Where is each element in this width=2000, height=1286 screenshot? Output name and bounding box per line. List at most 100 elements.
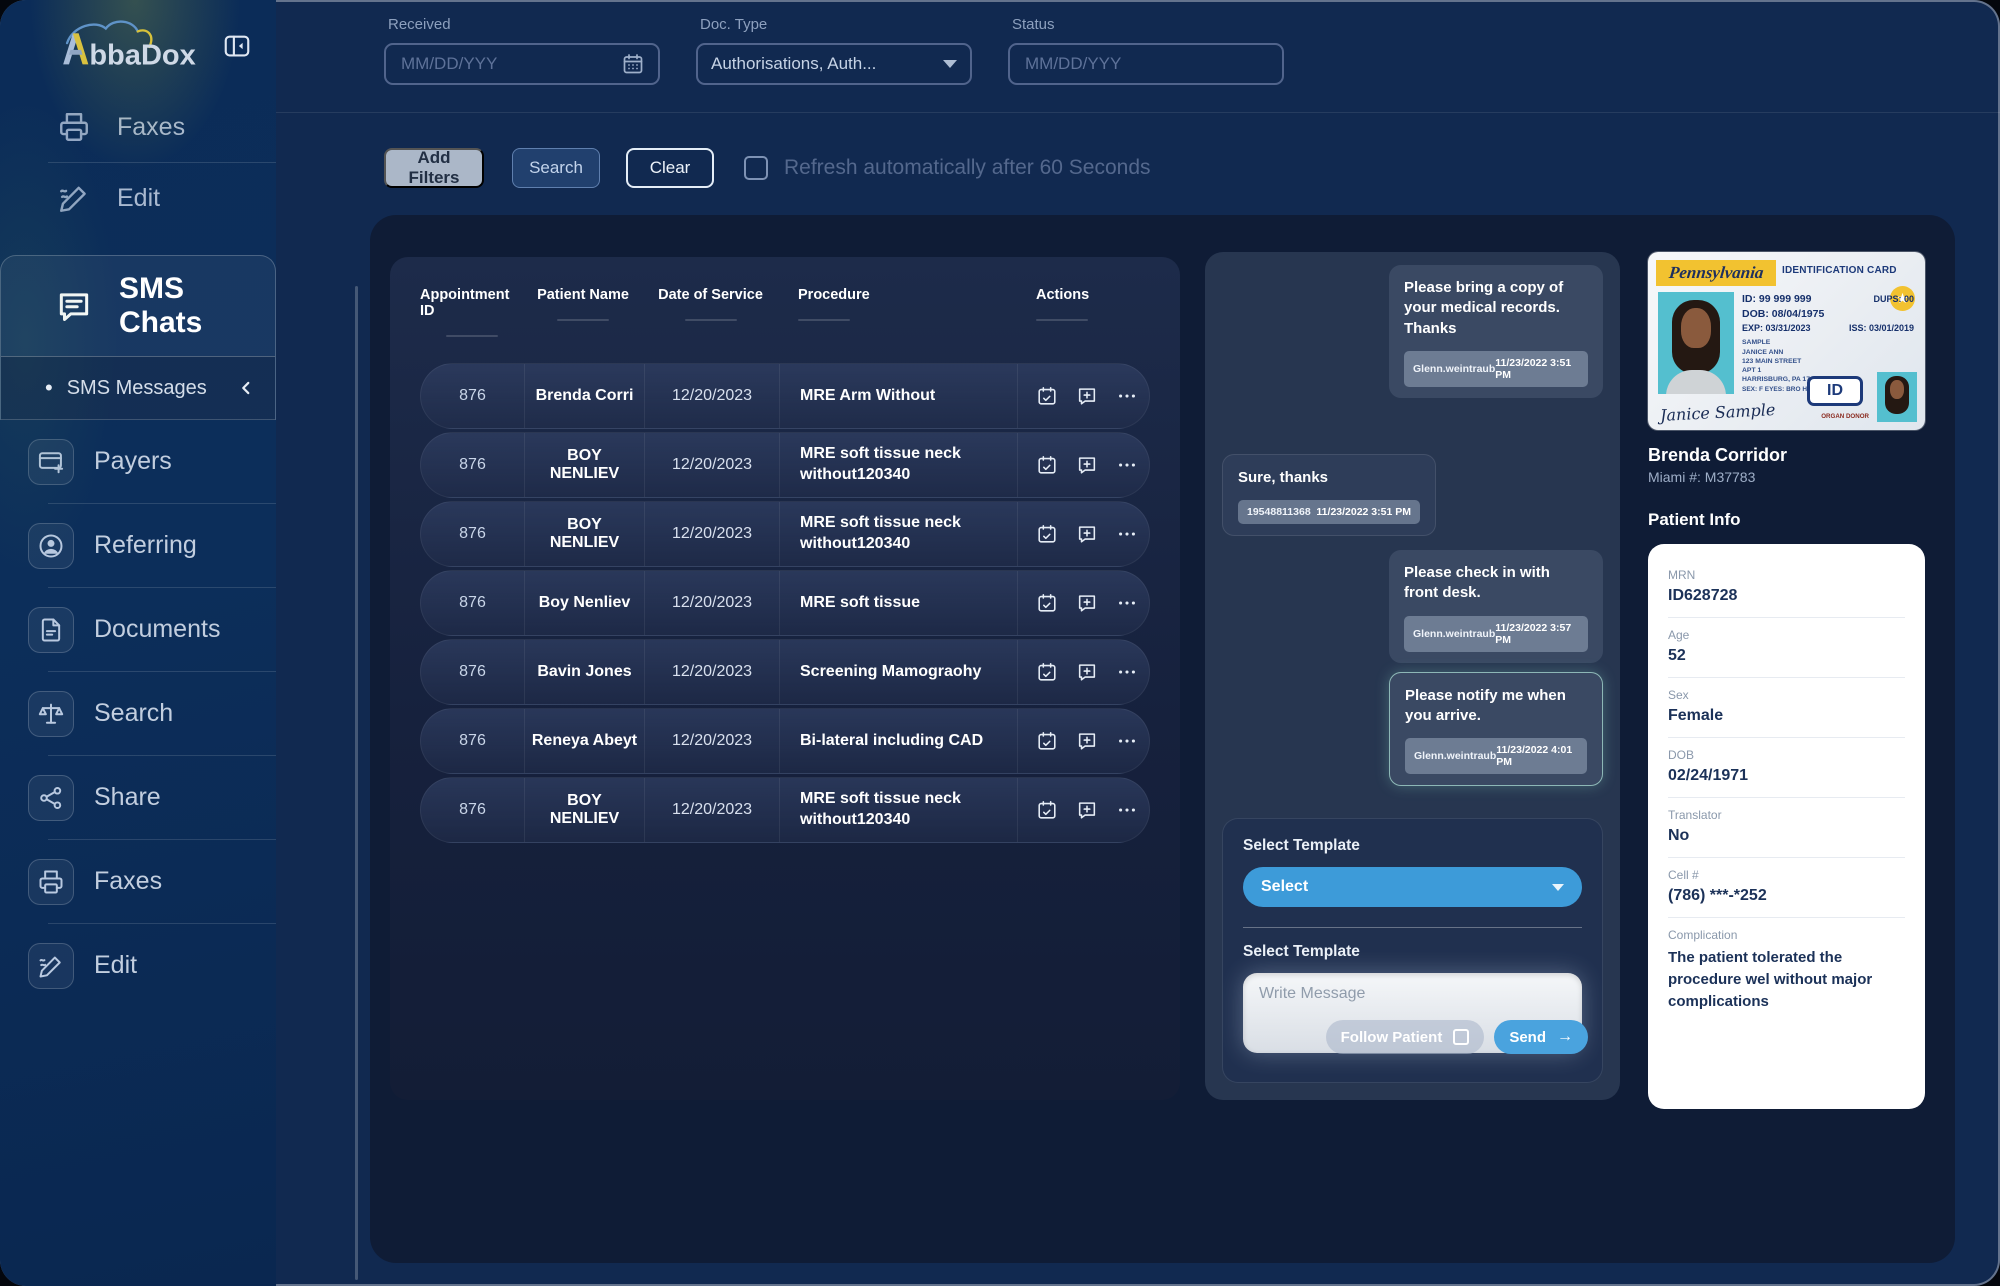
more-options-icon[interactable] bbox=[1116, 523, 1138, 545]
filter-bar: Received Doc. Type Authorisations, Auth.… bbox=[276, 0, 2000, 85]
status-date-input[interactable] bbox=[1023, 53, 1203, 75]
procedure: MRE soft tissue bbox=[779, 571, 1017, 635]
follow-patient-checkbox[interactable] bbox=[1453, 1029, 1469, 1045]
send-button[interactable]: Send → bbox=[1494, 1020, 1588, 1054]
logo-row: bbaDox bbox=[0, 0, 276, 92]
caret-down-icon bbox=[943, 60, 957, 68]
more-options-icon[interactable] bbox=[1116, 661, 1138, 683]
column-header[interactable]: Patient Name bbox=[523, 287, 643, 337]
info-field: DOB 02/24/1971 bbox=[1668, 738, 1905, 798]
message-text: Sure, thanks bbox=[1238, 468, 1420, 488]
template-select[interactable]: Select bbox=[1243, 867, 1582, 907]
table-row[interactable]: 876 Brenda Corri 12/20/2023 MRE Arm With… bbox=[420, 363, 1150, 429]
calendar-check-icon[interactable] bbox=[1036, 592, 1058, 614]
date-of-service: 12/20/2023 bbox=[644, 433, 779, 497]
column-header[interactable]: Date of Service bbox=[643, 287, 778, 337]
info-field: Complication The patient tolerated the p… bbox=[1668, 918, 1905, 1024]
sidebar-item-sms-messages[interactable]: • SMS Messages bbox=[1, 356, 275, 420]
patient-name: Bavin Jones bbox=[524, 640, 644, 704]
message-plus-icon[interactable] bbox=[1076, 799, 1098, 821]
chat-message-outgoing[interactable]: Please bring a copy of your medical reco… bbox=[1389, 265, 1603, 398]
sidebar-item-faxes-bottom[interactable]: Faxes bbox=[0, 840, 276, 923]
appointment-id: 876 bbox=[421, 709, 524, 773]
sidebar-item-label: Referring bbox=[94, 531, 197, 560]
sidebar-item-edit-top[interactable]: Edit bbox=[0, 163, 276, 233]
sidebar-item-edit-bottom[interactable]: Edit bbox=[0, 924, 276, 1007]
id-dob: DOB: 08/04/1975 bbox=[1742, 307, 1914, 322]
more-options-icon[interactable] bbox=[1116, 454, 1138, 476]
sidebar-item-label: SMS Chats bbox=[119, 272, 275, 340]
sidebar-item-documents[interactable]: Documents bbox=[0, 588, 276, 671]
sidebar-item-label: Share bbox=[94, 783, 161, 812]
calendar-icon[interactable] bbox=[621, 52, 645, 76]
patient-info-card: MRN ID628728 Age 52 Sex Female DOB 02/24… bbox=[1648, 544, 1925, 1109]
status-date-field[interactable] bbox=[1008, 43, 1284, 85]
app-window: bbaDox Faxes Edit SMS Chats bbox=[0, 0, 2000, 1286]
message-plus-icon[interactable] bbox=[1076, 523, 1098, 545]
refresh-checkbox[interactable] bbox=[744, 156, 768, 180]
message-plus-icon[interactable] bbox=[1076, 454, 1098, 476]
calendar-check-icon[interactable] bbox=[1036, 385, 1058, 407]
message-sender: 19548811368 bbox=[1247, 506, 1311, 518]
sidebar-item-faxes-top[interactable]: Faxes bbox=[0, 92, 276, 162]
table-row[interactable]: 876 Bavin Jones 12/20/2023 Screening Mam… bbox=[420, 639, 1150, 705]
table-row[interactable]: 876 BOY NENLIEV 12/20/2023 MRE soft tiss… bbox=[420, 501, 1150, 567]
sidebar-item-search[interactable]: Search bbox=[0, 672, 276, 755]
row-actions bbox=[1017, 709, 1149, 773]
calendar-check-icon[interactable] bbox=[1036, 661, 1058, 683]
sidebar-item-share[interactable]: Share bbox=[0, 756, 276, 839]
calendar-check-icon[interactable] bbox=[1036, 730, 1058, 752]
appointments-table: Appointment ID Patient Name Date of Serv… bbox=[390, 257, 1180, 1100]
calendar-check-icon[interactable] bbox=[1036, 454, 1058, 476]
doc-type-select[interactable]: Authorisations, Auth... bbox=[696, 43, 972, 85]
message-plus-icon[interactable] bbox=[1076, 385, 1098, 407]
message-sender: Glenn.weintraub bbox=[1413, 363, 1495, 375]
sidebar-collapse-icon[interactable] bbox=[222, 31, 252, 61]
column-header[interactable]: Actions bbox=[1016, 287, 1150, 337]
search-button[interactable]: Search bbox=[512, 148, 600, 188]
chat-message-outgoing-highlighted[interactable]: Please notify me when you arrive. Glenn.… bbox=[1389, 672, 1603, 787]
column-header[interactable]: Appointment ID bbox=[420, 287, 523, 337]
abbadox-logo: bbaDox bbox=[38, 17, 222, 75]
column-header[interactable]: Procedure bbox=[778, 287, 1016, 337]
patient-name: BOY NENLIEV bbox=[524, 502, 644, 566]
table-row[interactable]: 876 Reneya Abeyt 12/20/2023 Bi-lateral i… bbox=[420, 708, 1150, 774]
more-options-icon[interactable] bbox=[1116, 592, 1138, 614]
divider bbox=[1243, 927, 1582, 928]
arrow-right-icon: → bbox=[1557, 1028, 1573, 1046]
table-row[interactable]: 876 Boy Nenliev 12/20/2023 MRE soft tiss… bbox=[420, 570, 1150, 636]
message-plus-icon[interactable] bbox=[1076, 661, 1098, 683]
message-plus-icon[interactable] bbox=[1076, 730, 1098, 752]
message-plus-icon[interactable] bbox=[1076, 592, 1098, 614]
message-label: Select Template bbox=[1243, 943, 1582, 961]
follow-patient-button[interactable]: Follow Patient bbox=[1326, 1020, 1485, 1054]
sidebar-item-referring[interactable]: Referring bbox=[0, 504, 276, 587]
message-meta: Glenn.weintraub 11/23/2022 4:01 PM bbox=[1405, 738, 1587, 774]
more-options-icon[interactable] bbox=[1116, 799, 1138, 821]
received-date-input[interactable] bbox=[399, 53, 579, 75]
add-filters-button[interactable]: Add Filters bbox=[384, 148, 484, 188]
chat-message-incoming[interactable]: Sure, thanks 19548811368 11/23/2022 3:51… bbox=[1222, 454, 1436, 536]
info-field: Translator No bbox=[1668, 798, 1905, 858]
filter-label: Doc. Type bbox=[700, 16, 972, 33]
procedure: MRE Arm Without bbox=[779, 364, 1017, 428]
sidebar-active-section: SMS Chats • SMS Messages bbox=[0, 255, 276, 420]
refresh-label: Refresh automatically after 60 Seconds bbox=[784, 156, 1151, 180]
patient-name: Reneya Abeyt bbox=[524, 709, 644, 773]
more-options-icon[interactable] bbox=[1116, 385, 1138, 407]
calendar-check-icon[interactable] bbox=[1036, 799, 1058, 821]
chat-message-outgoing[interactable]: Please check in with front desk. Glenn.w… bbox=[1389, 550, 1603, 663]
more-options-icon[interactable] bbox=[1116, 730, 1138, 752]
clear-button[interactable]: Clear bbox=[626, 148, 714, 188]
table-row[interactable]: 876 BOY NENLIEV 12/20/2023 MRE soft tiss… bbox=[420, 432, 1150, 498]
chevron-left-icon[interactable] bbox=[235, 377, 257, 399]
sidebar-item-sms-chats[interactable]: SMS Chats bbox=[1, 256, 275, 356]
refresh-toggle: Refresh automatically after 60 Seconds bbox=[744, 156, 1151, 180]
filter-received: Received bbox=[384, 16, 660, 85]
received-date-field[interactable] bbox=[384, 43, 660, 85]
caret-down-icon bbox=[1552, 884, 1564, 891]
table-row[interactable]: 876 BOY NENLIEV 12/20/2023 MRE soft tiss… bbox=[420, 777, 1150, 843]
sidebar-item-payers[interactable]: Payers bbox=[0, 420, 276, 503]
scrollbar[interactable] bbox=[355, 286, 358, 1280]
calendar-check-icon[interactable] bbox=[1036, 523, 1058, 545]
